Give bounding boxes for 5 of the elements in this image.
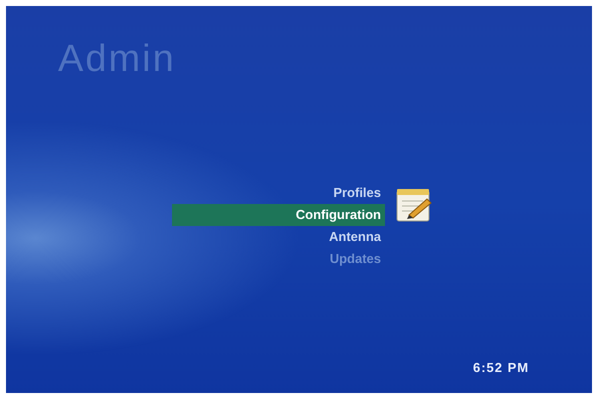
clock-time: 6:52 PM [473, 359, 530, 377]
menu-item[interactable]: Configuration [172, 204, 385, 226]
menu-item[interactable]: Antenna [172, 226, 385, 248]
menu-item[interactable]: Profiles [172, 182, 385, 204]
notepad-pencil-icon [395, 187, 433, 223]
